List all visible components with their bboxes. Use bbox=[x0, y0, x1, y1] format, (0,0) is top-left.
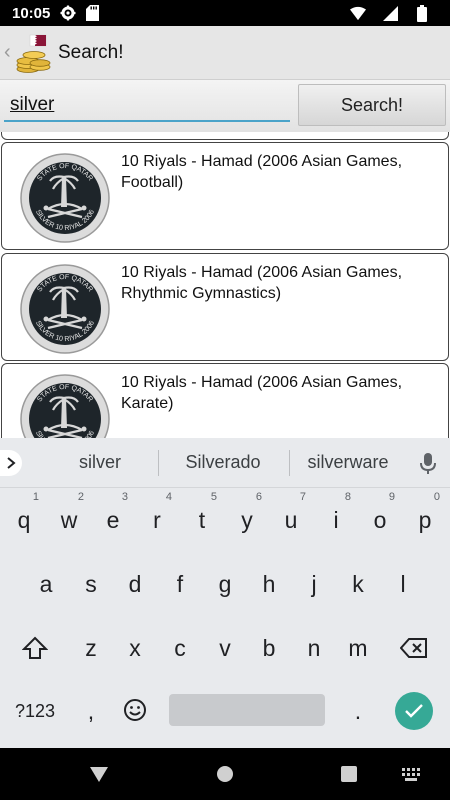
sd-card-icon bbox=[84, 5, 100, 21]
coin-image: STATE OF QATAR SILVER 10 RIYAL 2006 bbox=[20, 153, 110, 243]
search-input[interactable] bbox=[4, 90, 290, 122]
suggestion-1[interactable]: silver bbox=[60, 452, 140, 473]
checkmark-icon bbox=[405, 704, 423, 718]
page-title: Search! bbox=[58, 41, 124, 63]
result-title: 10 Riyals - Hamad (2006 Asian Games, Foo… bbox=[121, 153, 403, 191]
key-n[interactable]: n bbox=[294, 626, 334, 670]
microphone-icon[interactable] bbox=[419, 452, 437, 476]
key-c[interactable]: c bbox=[160, 626, 200, 670]
shift-arrow-icon bbox=[21, 636, 49, 659]
navigation-bar bbox=[0, 748, 450, 800]
settings-gear-icon bbox=[60, 5, 76, 21]
key-m[interactable]: m bbox=[338, 626, 378, 670]
suggestion-3[interactable]: silverware bbox=[298, 452, 398, 473]
key-x[interactable]: x bbox=[115, 626, 155, 670]
coins-flag-app-icon[interactable] bbox=[14, 33, 52, 73]
home-circle-icon[interactable] bbox=[217, 766, 233, 782]
key-g[interactable]: g bbox=[205, 562, 245, 606]
soft-keyboard: silver Silverado silverware q1 w2 e3 r4 … bbox=[0, 438, 450, 748]
key-p[interactable]: p0 bbox=[405, 491, 445, 542]
key-t[interactable]: t5 bbox=[182, 491, 222, 542]
key-a[interactable]: a bbox=[26, 562, 66, 606]
key-d[interactable]: d bbox=[115, 562, 155, 606]
key-f[interactable]: f bbox=[160, 562, 200, 606]
shift-key[interactable] bbox=[15, 626, 55, 670]
chevron-right-icon[interactable] bbox=[0, 450, 22, 476]
key-e[interactable]: e3 bbox=[93, 491, 133, 542]
period-key[interactable]: . bbox=[338, 689, 378, 733]
symbols-key[interactable]: ?123 bbox=[8, 689, 62, 733]
results-list[interactable]: STATE OF QATAR SILVER 10 RIYAL 2006 10 R… bbox=[0, 132, 450, 438]
coin-image: STATE OF QATAR SILVER 10 RIYAL 2006 bbox=[20, 264, 110, 354]
list-item[interactable] bbox=[1, 132, 449, 140]
backspace-icon bbox=[399, 638, 427, 658]
coin-image: STATE OF QATAR SILVER 10 RIYAL 2006 bbox=[20, 374, 110, 438]
enter-key[interactable] bbox=[395, 692, 433, 730]
key-b[interactable]: b bbox=[249, 626, 289, 670]
screen: 10:05 ‹ Search! silver Search! STATE OF … bbox=[0, 0, 450, 800]
backspace-key[interactable] bbox=[394, 626, 434, 670]
list-item[interactable]: STATE OF QATAR SILVER 10 RIYAL 2006 10 R… bbox=[1, 363, 449, 438]
key-r[interactable]: r4 bbox=[137, 491, 177, 542]
key-k[interactable]: k bbox=[338, 562, 378, 606]
key-i[interactable]: i8 bbox=[316, 491, 356, 542]
comma-key[interactable]: , bbox=[71, 689, 111, 733]
suggestion-strip: silver Silverado silverware bbox=[0, 438, 450, 488]
back-triangle-icon[interactable] bbox=[90, 767, 108, 782]
battery-icon bbox=[414, 4, 430, 22]
key-y[interactable]: y6 bbox=[227, 491, 267, 542]
key-v[interactable]: v bbox=[205, 626, 245, 670]
keyboard-switch-icon[interactable] bbox=[402, 768, 420, 781]
recents-square-icon[interactable] bbox=[341, 766, 357, 782]
list-item[interactable]: STATE OF QATAR SILVER 10 RIYAL 2006 10 R… bbox=[1, 142, 449, 250]
suggestion-2[interactable]: Silverado bbox=[170, 452, 276, 473]
emoji-key[interactable] bbox=[115, 689, 155, 733]
suggestion-divider bbox=[158, 450, 159, 476]
status-time: 10:05 bbox=[12, 4, 51, 22]
emoji-smile-icon bbox=[124, 699, 146, 721]
result-title: 10 Riyals - Hamad (2006 Asian Games, Kar… bbox=[121, 374, 403, 412]
search-row: Search! bbox=[0, 80, 450, 132]
action-bar: ‹ Search! bbox=[0, 26, 450, 80]
key-u[interactable]: u7 bbox=[271, 491, 311, 542]
search-button[interactable]: Search! bbox=[298, 84, 446, 126]
key-s[interactable]: s bbox=[71, 562, 111, 606]
wifi-icon bbox=[350, 5, 366, 21]
back-chevron-icon[interactable]: ‹ bbox=[4, 41, 14, 64]
list-item[interactable]: STATE OF QATAR SILVER 10 RIYAL 2006 10 R… bbox=[1, 253, 449, 361]
key-w[interactable]: w2 bbox=[49, 491, 89, 542]
key-h[interactable]: h bbox=[249, 562, 289, 606]
status-bar: 10:05 bbox=[0, 0, 450, 26]
result-title: 10 Riyals - Hamad (2006 Asian Games, Rhy… bbox=[121, 264, 403, 302]
signal-icon bbox=[382, 5, 398, 21]
key-q[interactable]: q1 bbox=[4, 491, 44, 542]
key-j[interactable]: j bbox=[294, 562, 334, 606]
key-z[interactable]: z bbox=[71, 626, 111, 670]
space-key[interactable] bbox=[169, 694, 325, 726]
key-o[interactable]: o9 bbox=[360, 491, 400, 542]
key-l[interactable]: l bbox=[383, 562, 423, 606]
suggestion-divider bbox=[289, 450, 290, 476]
